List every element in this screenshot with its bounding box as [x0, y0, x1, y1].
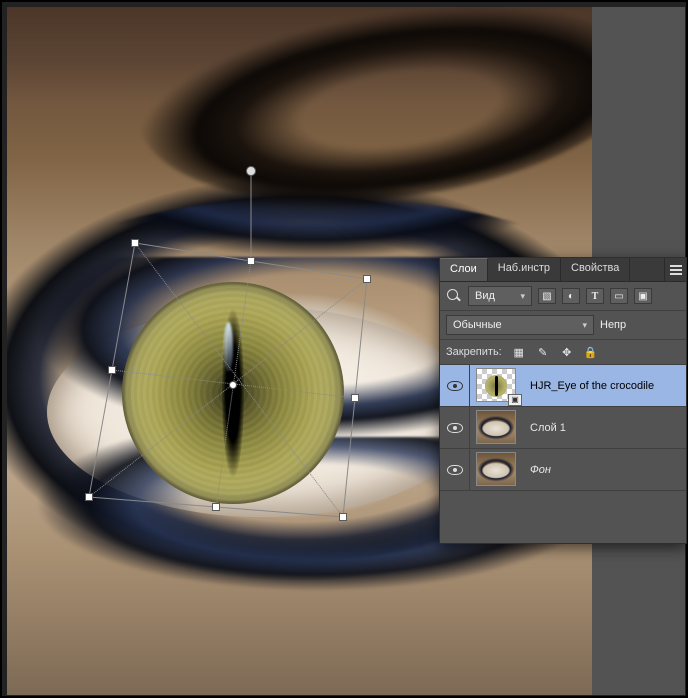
layer-filter-row: Вид ▾ ▧ ◐ T ▭ ▣ — [440, 282, 686, 311]
layers-panel: Слои Наб.инстр Свойства Вид ▾ ▧ ◐ T ▭ ▣ … — [439, 257, 687, 544]
chevron-down-icon: ▾ — [582, 320, 587, 331]
chevron-down-icon: ▾ — [520, 291, 525, 302]
lock-transparency-icon[interactable]: ▦ — [510, 344, 528, 360]
blend-mode-dropdown[interactable]: Обычные ▾ — [446, 315, 594, 335]
layer-visibility-toggle[interactable] — [440, 407, 470, 448]
tab-tool-presets[interactable]: Наб.инстр — [488, 258, 561, 281]
filter-adjust-icon[interactable]: ◐ — [562, 288, 580, 304]
blend-row: Обычные ▾ Непр — [440, 311, 686, 340]
hamburger-icon — [670, 269, 682, 271]
filter-kind-label: Вид — [475, 290, 495, 302]
lock-brush-icon[interactable]: ✎ — [534, 344, 552, 360]
layer-visibility-toggle[interactable] — [440, 365, 470, 406]
filter-text-icon[interactable]: T — [586, 288, 604, 304]
eye-icon — [447, 465, 463, 475]
layer-name[interactable]: HJR_Eye of the crocodile — [524, 380, 686, 392]
lock-all-icon[interactable]: 🔒 — [582, 344, 600, 360]
filter-kind-dropdown[interactable]: Вид ▾ — [468, 286, 532, 306]
lock-label: Закрепить: — [446, 346, 502, 358]
filter-smart-icon[interactable]: ▣ — [634, 288, 652, 304]
layer-row[interactable]: Фон — [440, 449, 686, 491]
lock-row: Закрепить: ▦ ✎ ✥ 🔒 — [440, 340, 686, 365]
lock-move-icon[interactable]: ✥ — [558, 344, 576, 360]
tab-layers[interactable]: Слои — [440, 258, 488, 281]
layer-thumbnail[interactable] — [476, 410, 516, 444]
eye-icon — [447, 381, 463, 391]
crocodile-pupil — [222, 308, 244, 478]
layer-name[interactable]: Слой 1 — [524, 422, 686, 434]
search-icon — [446, 288, 462, 304]
opacity-label: Непр — [600, 319, 626, 331]
crocodile-iris-layer[interactable] — [122, 282, 344, 504]
blend-mode-value: Обычные — [453, 319, 502, 331]
layers-list: ▣ HJR_Eye of the crocodile Слой 1 Фон — [440, 365, 686, 543]
filter-pixel-icon[interactable]: ▧ — [538, 288, 556, 304]
layer-row[interactable]: ▣ HJR_Eye of the crocodile — [440, 365, 686, 407]
filter-shape-icon[interactable]: ▭ — [610, 288, 628, 304]
smart-object-badge-icon: ▣ — [508, 394, 522, 406]
tab-properties[interactable]: Свойства — [561, 258, 630, 281]
layer-thumbnail[interactable] — [476, 452, 516, 486]
panel-menu-button[interactable] — [664, 258, 686, 281]
panel-tabbar: Слои Наб.инстр Свойства — [440, 258, 686, 282]
layer-name[interactable]: Фон — [524, 464, 686, 476]
eye-icon — [447, 423, 463, 433]
layer-visibility-toggle[interactable] — [440, 449, 470, 490]
layer-row[interactable]: Слой 1 — [440, 407, 686, 449]
